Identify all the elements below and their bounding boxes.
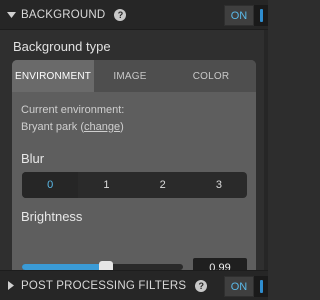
blur-option-2[interactable]: 2 [135,172,191,198]
background-type-label: Background type [13,39,111,54]
tab-image[interactable]: IMAGE [94,60,166,92]
current-environment-label: Current environment: [21,104,125,116]
blur-option-0[interactable]: 0 [22,172,79,198]
environment-name: Bryant park [21,121,78,133]
background-toggle[interactable]: ON [224,5,268,26]
background-section-title: BACKGROUND [21,8,106,21]
help-icon[interactable]: ? [195,279,208,292]
blur-selector: 0 1 2 3 [22,172,247,198]
current-environment-value: Bryant park (change) [21,121,124,133]
post-processing-section-title: POST PROCESSING FILTERS [21,279,187,292]
background-panel: Background type ENVIRONMENT IMAGE COLOR … [0,30,268,290]
background-type-tabs: ENVIRONMENT IMAGE COLOR [12,60,256,92]
post-processing-section-header[interactable]: POST PROCESSING FILTERS ? ON [0,270,268,300]
toggle-handle[interactable] [254,5,268,26]
background-section-header[interactable]: BACKGROUND ? ON [0,0,268,30]
tab-environment[interactable]: ENVIRONMENT [12,60,94,92]
change-environment-link[interactable]: change [84,121,120,133]
blur-label: Blur [21,151,45,166]
tab-color[interactable]: COLOR [166,60,256,92]
chevron-down-icon[interactable] [6,11,16,18]
background-type-tabs-card: ENVIRONMENT IMAGE COLOR Current environm… [12,60,256,290]
toggle-label: ON [224,5,254,26]
blur-option-1[interactable]: 1 [78,172,134,198]
blur-option-3[interactable]: 3 [191,172,247,198]
help-icon[interactable]: ? [114,8,127,21]
toggle-label: ON [224,276,254,297]
post-processing-toggle[interactable]: ON [224,276,268,297]
brightness-label: Brightness [21,209,83,224]
scrollbar[interactable] [264,30,268,270]
chevron-right-icon[interactable] [6,281,16,290]
toggle-handle[interactable] [254,276,268,297]
